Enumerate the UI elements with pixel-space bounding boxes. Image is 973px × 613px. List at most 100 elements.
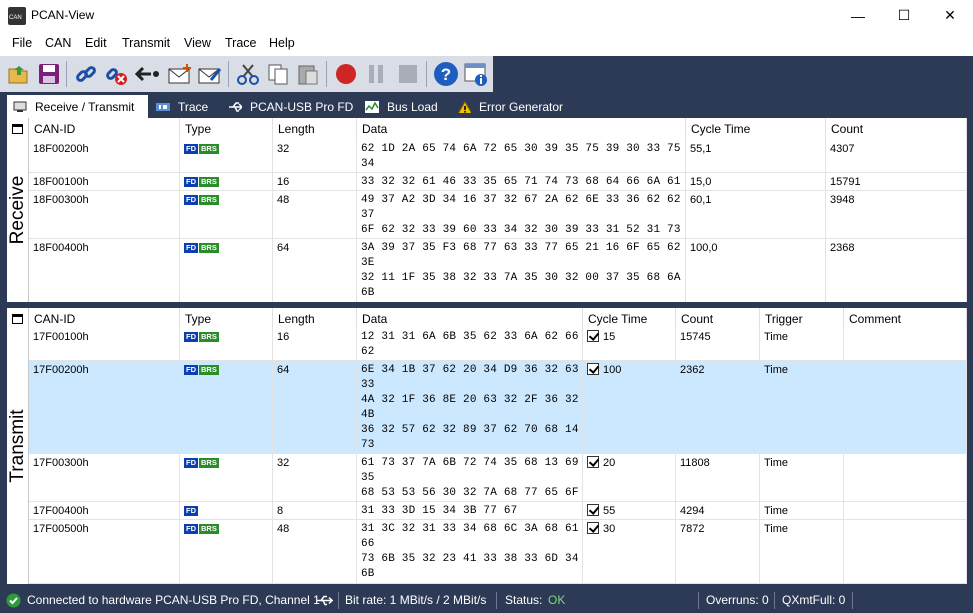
table-row[interactable]: 17F00200h FD BRS 64 6E 34 1B 37 62 20 34 D9 … [29,361,967,454]
save-icon[interactable] [35,60,63,88]
transmit-col-length[interactable]: Length [273,308,357,330]
length-value: 16 [277,331,290,343]
transmit-label: Transmit [7,409,28,483]
column-chooser-icon[interactable] [12,124,23,134]
cell-count: 15791 [826,173,967,190]
minimize-button[interactable]: — [835,0,881,31]
receive-col-can-id[interactable]: CAN-ID [29,118,180,140]
cycle-enabled-checkbox[interactable] [587,330,599,342]
transmit-col-count[interactable]: Count [676,308,760,330]
about-icon[interactable] [462,60,490,88]
cell-cycle: 100 [583,361,676,453]
monitor-icon [13,101,27,112]
qxmtfull: QXmtFull: 0 [782,593,846,607]
table-row[interactable]: 18F00200h FD BRS 32 62 1D 2A 65 74 6A 72 65 … [29,140,967,173]
disconnect-icon[interactable] [102,60,130,88]
cycle-enabled-checkbox[interactable] [587,456,599,468]
transmit-col-trigger[interactable]: Trigger [760,308,844,330]
toolbar-separator [426,61,427,87]
menu-file[interactable]: File [12,36,32,50]
table-row[interactable]: 18F00300h FD BRS 48 49 37 A2 3D 34 16 37 32 … [29,191,967,239]
menu-transmit[interactable]: Transmit [122,36,170,50]
record-icon[interactable] [332,60,360,88]
menu-help[interactable]: Help [269,36,295,50]
id-value: 17F00300h [33,457,89,469]
pause-icon[interactable] [362,60,390,88]
table-row[interactable]: 18F00400h FD BRS 64 3A 39 37 35 F3 68 77 63 … [29,239,967,302]
help-icon[interactable]: ? [432,60,460,88]
table-row[interactable]: 18F00100h FD BRS 16 33 32 32 61 46 33 35 65 … [29,173,967,191]
chart-icon [365,100,379,113]
menu-edit[interactable]: Edit [85,36,107,50]
data-line: 61 11 6E 61 6D 6C 62 6F 65 35 39 38 [361,582,582,583]
reset-icon[interactable] [134,60,162,88]
cycle-enabled-checkbox[interactable] [587,504,599,516]
cell-length: 8 [273,502,357,519]
table-row[interactable]: 17F00400h FD 8 31 33 3D 15 34 3B 77 67 55 429… [29,502,967,520]
trigger-value: Time [764,364,789,376]
column-chooser-icon[interactable] [12,314,23,324]
length-value: 32 [277,143,290,155]
table-row[interactable]: 17F00100h FD BRS 16 12 31 31 6A 6B 35 62 33 … [29,328,967,361]
cell-type: FD BRS [180,520,273,583]
receive-col-type[interactable]: Type [180,118,273,140]
cell-data: 6E 34 1B 37 62 20 34 D9 36 32 63 33 4A 32… [357,361,583,453]
transmit-col-type[interactable]: Type [180,308,273,330]
tab-pcan-usb-pro-fd[interactable]: PCAN-USB Pro FD [222,95,356,118]
edit-message-icon[interactable] [196,60,224,88]
close-button[interactable]: ✕ [927,0,973,31]
cell-data: 33 32 32 61 46 33 35 65 71 74 73 68 64 6… [357,173,686,190]
receive-label: Receive [7,175,28,245]
menu-view[interactable]: View [184,36,211,50]
table-row[interactable]: 17F00500h FD BRS 48 31 3C 32 31 33 34 68 6C … [29,520,967,584]
transmit-panel: Transmit CAN-ID Type Length Data Cycle T… [7,308,967,584]
status-separator [496,592,497,609]
data-line: 6C 6E 58 36 6A 6C 6B 34 36 6E 18 35 30 3… [361,301,685,302]
maximize-button[interactable]: ☐ [881,0,927,31]
receive-col-cycle-time[interactable]: Cycle Time [686,118,826,140]
stop-icon[interactable] [394,60,422,88]
cell-cycle: 60,1 [686,191,826,238]
length-value: 64 [277,242,290,254]
count-value: 4294 [680,505,705,517]
paste-icon[interactable] [294,60,322,88]
cut-icon[interactable] [234,60,262,88]
tab-trace[interactable]: Trace [150,95,220,118]
cell-trigger: Time [760,328,844,360]
cycle-enabled-checkbox[interactable] [587,522,599,534]
new-message-icon[interactable] [166,60,194,88]
length-value: 48 [277,523,290,535]
cell-id: 17F00300h [29,454,180,501]
menu-can[interactable]: CAN [45,36,71,50]
cell-trigger: Time [760,520,844,583]
cycle-value: 60,1 [690,194,712,206]
receive-col-data[interactable]: Data [357,118,686,140]
count-value: 4307 [830,143,855,155]
id-value: 18F00200h [33,143,89,155]
data-line: 4A 32 1F 36 8E 20 63 32 2F 36 32 4B [361,394,579,421]
transmit-col-can-id[interactable]: CAN-ID [29,308,180,330]
menu-trace[interactable]: Trace [225,36,257,50]
receive-col-length[interactable]: Length [273,118,357,140]
tab-label: PCAN-USB Pro FD [250,99,354,114]
open-icon[interactable] [5,60,33,88]
tab-bus-load[interactable]: Bus Load [359,95,445,118]
cell-length: 64 [273,239,357,302]
cell-length: 64 [273,361,357,453]
receive-col-count[interactable]: Count [826,118,967,140]
copy-icon[interactable] [264,60,292,88]
tab-receive-transmit[interactable]: Receive / Transmit [7,95,148,118]
cell-id: 17F00400h [29,502,180,519]
table-row[interactable]: 17F00300h FD BRS 32 61 73 37 7A 6B 72 74 35 … [29,454,967,502]
cell-type: FD BRS [180,328,273,360]
cell-cycle: 100,0 [686,239,826,302]
transmit-col-cycle-time[interactable]: Cycle Time [583,308,676,330]
transmit-col-data[interactable]: Data [357,308,583,330]
tab-label: Bus Load [387,99,438,114]
transmit-col-comment[interactable]: Comment [844,308,967,330]
connect-icon[interactable] [72,60,100,88]
cycle-enabled-checkbox[interactable] [587,363,599,375]
cell-trigger: Time [760,454,844,501]
tab-error-generator[interactable]: Error Generator [451,95,571,118]
tab-label: Receive / Transmit [35,99,135,114]
